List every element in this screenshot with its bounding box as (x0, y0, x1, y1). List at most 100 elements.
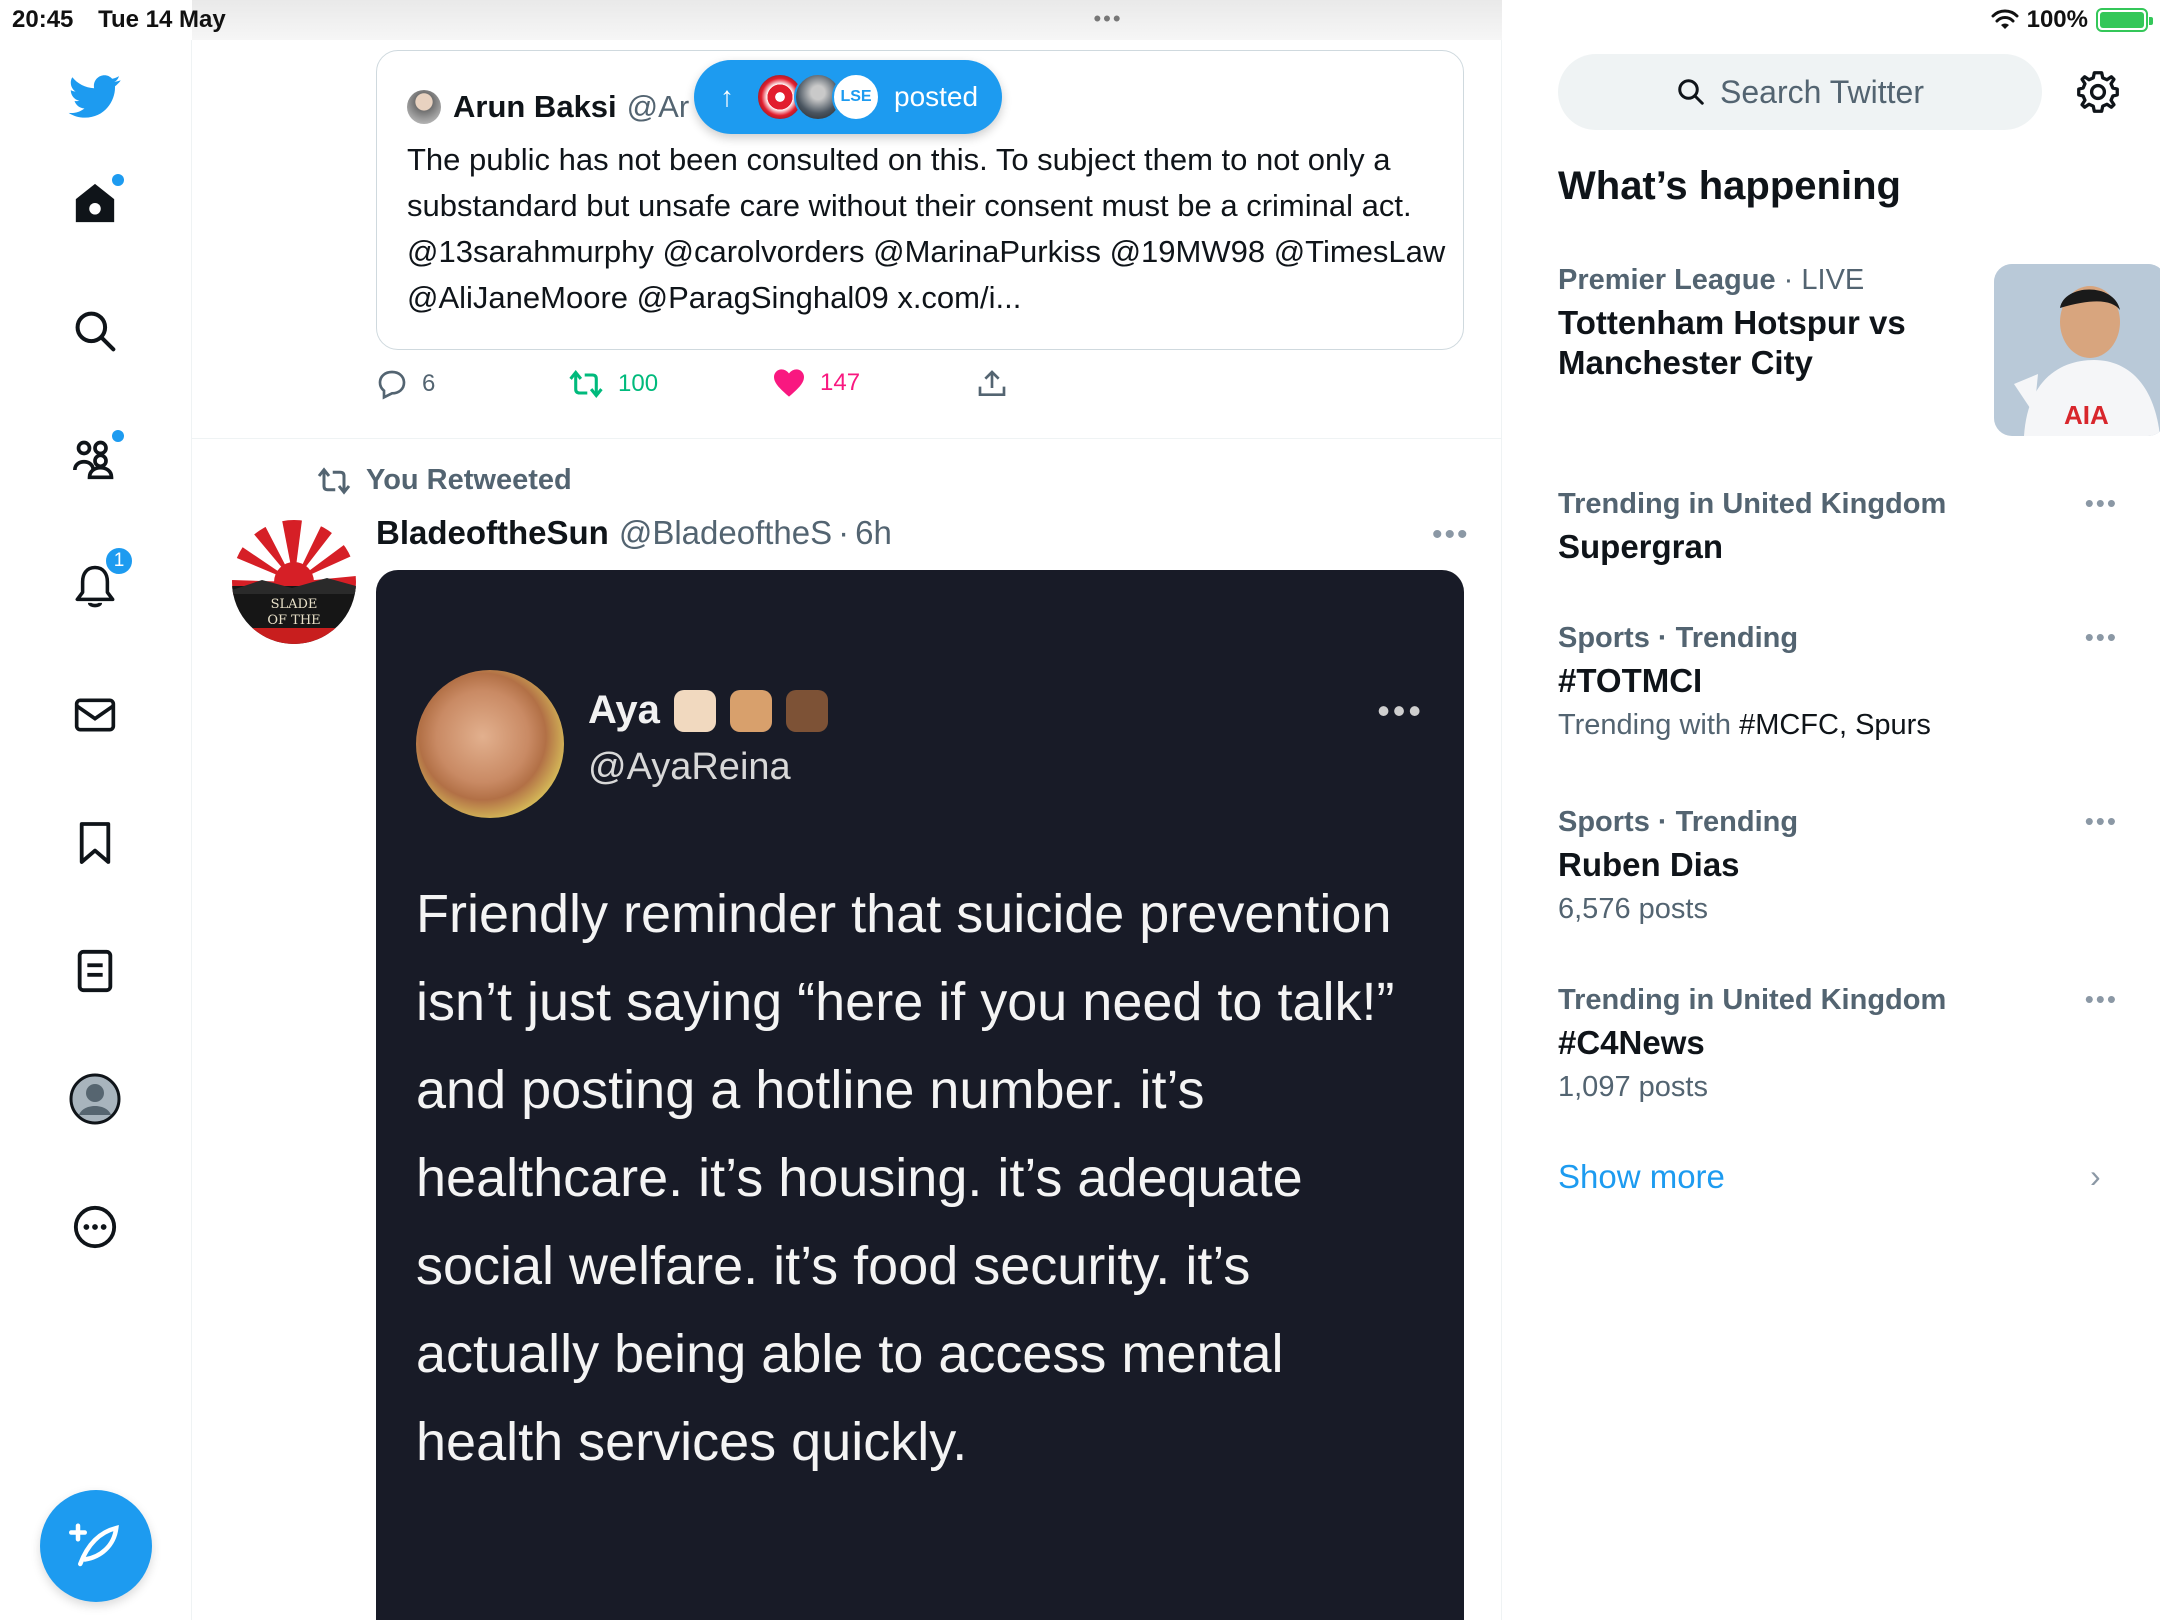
trend-category-name: Trending in United Kingdom (1558, 488, 1947, 520)
trend-more-icon[interactable]: ••• (2085, 488, 2118, 519)
nav-messages[interactable] (60, 680, 130, 750)
trend-category-name: Premier League (1558, 264, 1776, 296)
trend-title: #TOTMCI (1558, 662, 1703, 699)
retweet-icon (317, 466, 351, 495)
retweet-button[interactable]: 100 (568, 368, 658, 400)
blade-of-the-sun-logo-icon[interactable]: SLADE OF THE (232, 520, 356, 644)
quoted-tweet-text: The public has not been consulted on thi… (407, 142, 1446, 315)
fist-emoji-icon (673, 689, 716, 732)
share-icon[interactable] (976, 368, 1008, 400)
trend-more-icon[interactable]: ••• (2085, 622, 2118, 653)
retweet-icon[interactable] (568, 368, 604, 400)
trend-post-count: 1,097 posts (1558, 1071, 1708, 1103)
trend-category-name: Sports · Trending (1558, 806, 1799, 838)
trend-category: Premier League · LIVE (1558, 264, 1958, 297)
like-count: 147 (820, 369, 861, 396)
trend-more-icon[interactable]: ••• (2085, 806, 2118, 837)
more-circle-icon[interactable] (72, 1204, 118, 1250)
retweeted-label: You Retweeted (316, 464, 572, 497)
whats-happening-title: What’s happening (1558, 164, 1901, 208)
retweet-author-handle[interactable]: @BladeoftheS (619, 514, 832, 552)
quoted-author-avatar[interactable] (407, 90, 441, 124)
timeline[interactable]: Arun Baksi @Ar The public has not been c… (192, 40, 1502, 1620)
settings-button[interactable] (2072, 66, 2124, 118)
trend-sub-related[interactable]: #MCFC, Spurs (1739, 709, 1931, 741)
trend-more-icon[interactable]: ••• (2085, 984, 2118, 1015)
nav-communities[interactable] (60, 424, 130, 494)
trend-item[interactable]: Sports · Trending #TOTMCI Trending with … (1558, 622, 2118, 742)
reply-icon[interactable] (376, 368, 408, 400)
envelope-icon[interactable] (73, 695, 117, 735)
football-player-image-icon: AIA (1994, 264, 2160, 436)
tweet-media-image[interactable]: Aya @AyaReina ••• Friendly reminder that… (376, 570, 1464, 1620)
trend-category-name: Sports · Trending (1558, 622, 1799, 654)
quoted-author-name[interactable]: Arun Baksi (453, 89, 617, 125)
trend-title: Supergran (1558, 528, 1724, 565)
trend-title: Ruben Dias (1558, 846, 1740, 883)
pill-avatar: LSE (832, 73, 880, 121)
quoted-author-handle[interactable]: @Ar (627, 89, 689, 125)
battery-icon (2096, 8, 2153, 32)
new-posts-pill[interactable]: ↑ LSE posted (694, 60, 1002, 134)
nav-lists[interactable] (60, 936, 130, 1006)
nav-notifications[interactable]: 1 (60, 546, 134, 622)
profile-icon[interactable] (69, 1073, 121, 1125)
left-nav: 1 (0, 40, 192, 1620)
gear-icon[interactable] (2076, 70, 2120, 114)
like-button[interactable]: 147 (772, 368, 860, 398)
retweet-author-name[interactable]: BladeoftheSun (376, 514, 609, 552)
tweet-divider (192, 438, 1501, 439)
tweet-time[interactable]: 6h (855, 514, 892, 552)
quoted-tweet-header: Arun Baksi @Ar (407, 89, 689, 125)
reply-button[interactable]: 6 (376, 368, 435, 400)
multitask-dots-icon[interactable]: ••• (1093, 6, 1122, 32)
show-more-link[interactable]: Show more (1558, 1158, 1725, 1196)
status-time: 20:45 (12, 6, 74, 33)
nav-profile[interactable] (60, 1064, 130, 1134)
trend-item[interactable]: Trending in United Kingdom #C4News 1,097… (1558, 984, 2118, 1104)
twitter-bird-icon[interactable] (68, 75, 122, 119)
multitask-handle[interactable]: ••• (1053, 4, 1163, 34)
right-sidebar: Search Twitter What’s happening Premier … (1502, 40, 2160, 1620)
trend-category: Trending in United Kingdom (1558, 984, 2118, 1017)
avatar-logo-text: SLADE (271, 597, 318, 612)
communities-icon[interactable] (71, 437, 119, 481)
media-more-icon: ••• (1377, 690, 1424, 731)
notifications-badge: 1 (104, 546, 134, 576)
home-notification-dot (112, 174, 124, 186)
list-icon[interactable] (75, 948, 115, 994)
communities-notification-dot (112, 430, 124, 442)
chevron-right-icon[interactable]: › (2090, 1158, 2101, 1195)
wifi-icon (1991, 9, 2019, 29)
retweet-author-avatar[interactable]: SLADE OF THE (232, 520, 356, 644)
heart-icon[interactable] (772, 368, 806, 398)
tweet-more-icon[interactable]: ••• (1432, 518, 1470, 552)
trend-item[interactable]: Premier League · LIVE Tottenham Hotspur … (1558, 264, 2160, 454)
search-icon[interactable] (73, 309, 117, 353)
battery-percent: 100% (2026, 6, 2088, 33)
twitter-logo[interactable] (60, 62, 130, 132)
trend-category: Sports · Trending (1558, 806, 2118, 839)
nav-explore[interactable] (60, 296, 130, 366)
search-placeholder[interactable]: Search Twitter (1720, 74, 1924, 111)
nav-more[interactable] (60, 1192, 130, 1262)
reply-count: 6 (422, 370, 436, 397)
media-author-avatar (416, 670, 564, 818)
search-field[interactable]: Search Twitter (1558, 54, 2042, 130)
share-button[interactable] (976, 368, 1008, 400)
nav-home[interactable] (60, 168, 130, 238)
trend-item[interactable]: Sports · Trending Ruben Dias 6,576 posts… (1558, 806, 2118, 926)
fist-emoji-icon (729, 689, 772, 732)
trend-item[interactable]: Trending in United Kingdom Supergran ••• (1558, 488, 2118, 567)
separator-dot: · (838, 514, 850, 551)
media-author-name: Aya (588, 688, 660, 732)
compose-button[interactable] (40, 1490, 152, 1602)
trend-category: Trending in United Kingdom (1558, 488, 2118, 521)
trend-post-count: 6,576 posts (1558, 893, 1708, 925)
nav-bookmarks[interactable] (60, 808, 130, 878)
media-author-name-row: Aya (588, 688, 828, 733)
compose-feather-icon[interactable] (69, 1519, 123, 1573)
bookmark-icon[interactable] (76, 820, 114, 866)
avatar-logo-text: OF THE (267, 613, 320, 628)
home-icon[interactable] (72, 180, 118, 226)
